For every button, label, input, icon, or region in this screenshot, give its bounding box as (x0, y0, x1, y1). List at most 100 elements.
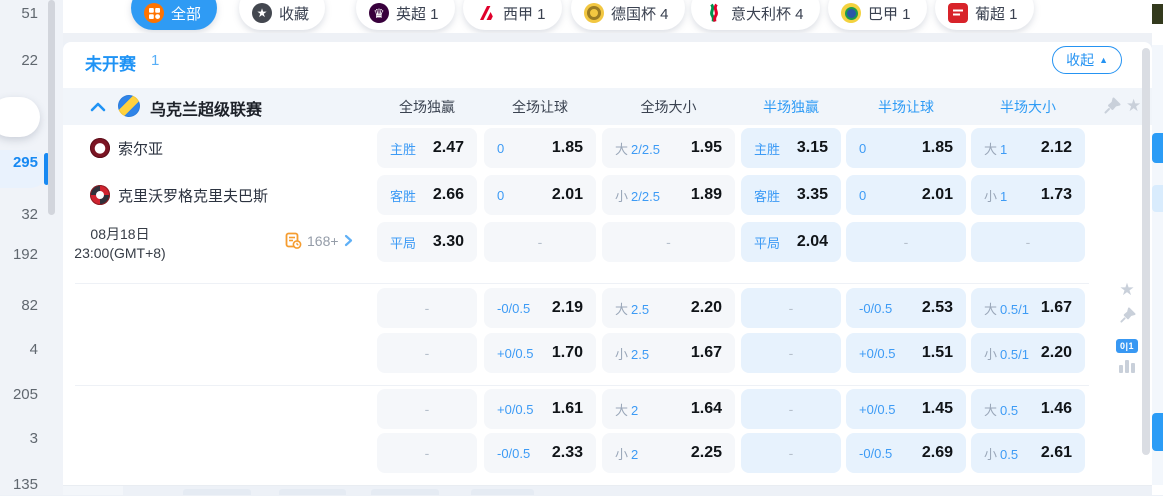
chevron-up-triangle-icon: ▲ (1099, 54, 1108, 65)
odds-cell[interactable]: 主胜 3.15 (741, 128, 841, 168)
sidebar-scrollbar-thumb[interactable] (48, 0, 55, 215)
odds-cell[interactable]: +0/0.5 1.45 (846, 389, 966, 429)
sidebar-league-count[interactable]: 51 (21, 3, 38, 25)
odds-cell[interactable]: 平局 3.30 (377, 222, 477, 262)
empty-odds-dash: - (537, 234, 543, 250)
odds-label: 主胜 (390, 141, 417, 157)
odds-cell[interactable]: -0/0.5 2.53 (846, 288, 966, 328)
sidebar-league-count[interactable]: 205 (13, 384, 38, 406)
over-under-prefix: 小 (615, 346, 629, 362)
odds-cell[interactable]: 平局 2.04 (741, 222, 841, 262)
clipped-blue-cell (1152, 413, 1163, 451)
empty-odds-dash: - (424, 345, 430, 361)
home-team-row: 索尔亚 (90, 128, 163, 168)
odds-cell[interactable]: 大 2 1.64 (602, 389, 735, 429)
odds-label: +0/0.5 (859, 401, 896, 417)
odds-value: 1.89 (690, 186, 722, 203)
laliga-icon (476, 3, 496, 23)
odds-cell[interactable]: +0/0.5 1.61 (484, 389, 596, 429)
odds-cell[interactable]: -0/0.5 2.19 (484, 288, 596, 328)
tab-strip: 全部 ★ 收藏 ♛ 英超 1 西甲 1 德国杯 4 意大利杯 4 巴甲 1 葡超 1 (63, 0, 1152, 33)
markets-doc-icon (285, 232, 302, 249)
sidebar-league-count[interactable]: 3 (30, 428, 38, 450)
tab-favorites[interactable]: ★ 收藏 (239, 0, 326, 30)
tab-all[interactable]: 全部 (131, 0, 218, 30)
odds-value: 2.69 (921, 444, 953, 461)
next-section-pill (279, 489, 346, 495)
odds-value: 1.45 (921, 400, 953, 417)
odds-cell[interactable]: +0/0.5 1.70 (484, 333, 596, 373)
odds-cell[interactable]: 大 0.5/1 1.67 (971, 288, 1085, 328)
odds-label: 客胜 (390, 188, 417, 204)
home-team-name: 索尔亚 (118, 140, 164, 158)
odds-cell[interactable]: 小 2/2.5 1.89 (602, 175, 735, 215)
sidebar-league-count[interactable]: 82 (21, 295, 38, 317)
over-under-prefix: 大 (984, 141, 998, 157)
odds-label: 大 2.5 (615, 301, 650, 317)
empty-odds-dash: - (424, 445, 430, 461)
odds-cell[interactable]: 小 2 2.25 (602, 433, 735, 473)
odds-cell[interactable]: 主胜 2.47 (377, 128, 477, 168)
more-markets-link[interactable]: 168+ (285, 232, 353, 249)
odds-cell[interactable]: 0 2.01 (846, 175, 966, 215)
empty-odds-dash: - (788, 401, 794, 417)
odds-label: 主胜 (754, 141, 781, 157)
odds-label: -0/0.5 (497, 300, 531, 316)
odds-cell[interactable]: 大 2/2.5 1.95 (602, 128, 735, 168)
sidebar-league-count[interactable]: 22 (21, 50, 38, 72)
odds-value: 2.19 (551, 299, 583, 316)
odds-cell[interactable]: 小 0.5 2.61 (971, 433, 1085, 473)
odds-value: 2.53 (921, 299, 953, 316)
sidebar-league-count[interactable]: 135 (13, 474, 38, 496)
odds-cell[interactable]: -0/0.5 2.69 (846, 433, 966, 473)
tab-liga-portugal[interactable]: 葡超 1 (935, 0, 1034, 30)
odds-value: 2.25 (690, 444, 722, 461)
odds-value: 2.47 (432, 139, 464, 156)
premier-league-icon: ♛ (369, 3, 389, 23)
odds-cell[interactable]: 0 2.01 (484, 175, 596, 215)
panel-scrollbar-thumb[interactable] (1142, 48, 1150, 455)
league-header-row[interactable]: 乌克兰超级联赛 全场独赢 全场让球 全场大小 半场独赢 半场让球 半场大小 ★ (63, 88, 1152, 125)
odds-cell[interactable]: +0/0.5 1.51 (846, 333, 966, 373)
odds-cell[interactable]: 客胜 3.35 (741, 175, 841, 215)
sidebar-league-count[interactable]: 32 (21, 204, 38, 226)
odds-value: 1.46 (1040, 400, 1072, 417)
section-count: 1 (151, 52, 160, 69)
sidebar-league-count[interactable]: 295 (13, 152, 38, 174)
odds-cell[interactable]: 0 1.85 (484, 128, 596, 168)
sidebar-hover-pill[interactable] (0, 97, 40, 137)
odds-label: 大 0.5 (984, 402, 1019, 418)
odds-value: 1.67 (1040, 299, 1072, 316)
section-status-label: 未开赛 (85, 55, 136, 74)
odds-cell[interactable]: 大 0.5 1.46 (971, 389, 1085, 429)
odds-cell[interactable]: 小 1 1.73 (971, 175, 1085, 215)
tab-laliga[interactable]: 西甲 1 (463, 0, 562, 30)
tab-german-cup[interactable]: 德国杯 4 (571, 0, 685, 30)
odds-label: -0/0.5 (497, 445, 531, 461)
odds-cell-empty: - (741, 433, 841, 473)
odds-cell[interactable]: 小 2.5 1.67 (602, 333, 735, 373)
collapse-button[interactable]: 收起 ▲ (1052, 46, 1122, 74)
empty-odds-dash: - (788, 445, 794, 461)
odds-label: 小2 (615, 446, 639, 462)
odds-label: -0/0.5 (859, 300, 893, 316)
odds-value: 1.61 (551, 400, 583, 417)
sidebar-league-count[interactable]: 4 (30, 339, 38, 361)
sidebar-league-count[interactable]: 192 (13, 244, 38, 266)
odds-value: 1.85 (551, 139, 583, 156)
tab-coppa-italia[interactable]: 意大利杯 4 (691, 0, 820, 30)
empty-odds-dash: - (788, 300, 794, 316)
odds-cell[interactable]: 小 0.5/1 2.20 (971, 333, 1085, 373)
odds-cell[interactable]: 大 2.5 2.20 (602, 288, 735, 328)
odds-cell[interactable]: 0 1.85 (846, 128, 966, 168)
odds-label: +0/0.5 (497, 401, 534, 417)
odds-cell[interactable]: 大 1 2.12 (971, 128, 1085, 168)
tab-brasileirao[interactable]: 巴甲 1 (828, 0, 927, 30)
portugal-league-icon (948, 3, 968, 23)
pin-icon[interactable] (1103, 97, 1121, 120)
star-icon[interactable]: ★ (1126, 97, 1141, 116)
odds-cell[interactable]: 客胜 2.66 (377, 175, 477, 215)
chevron-up-icon[interactable] (90, 100, 106, 118)
tab-premier-league[interactable]: ♛ 英超 1 (356, 0, 455, 30)
odds-cell[interactable]: -0/0.5 2.33 (484, 433, 596, 473)
